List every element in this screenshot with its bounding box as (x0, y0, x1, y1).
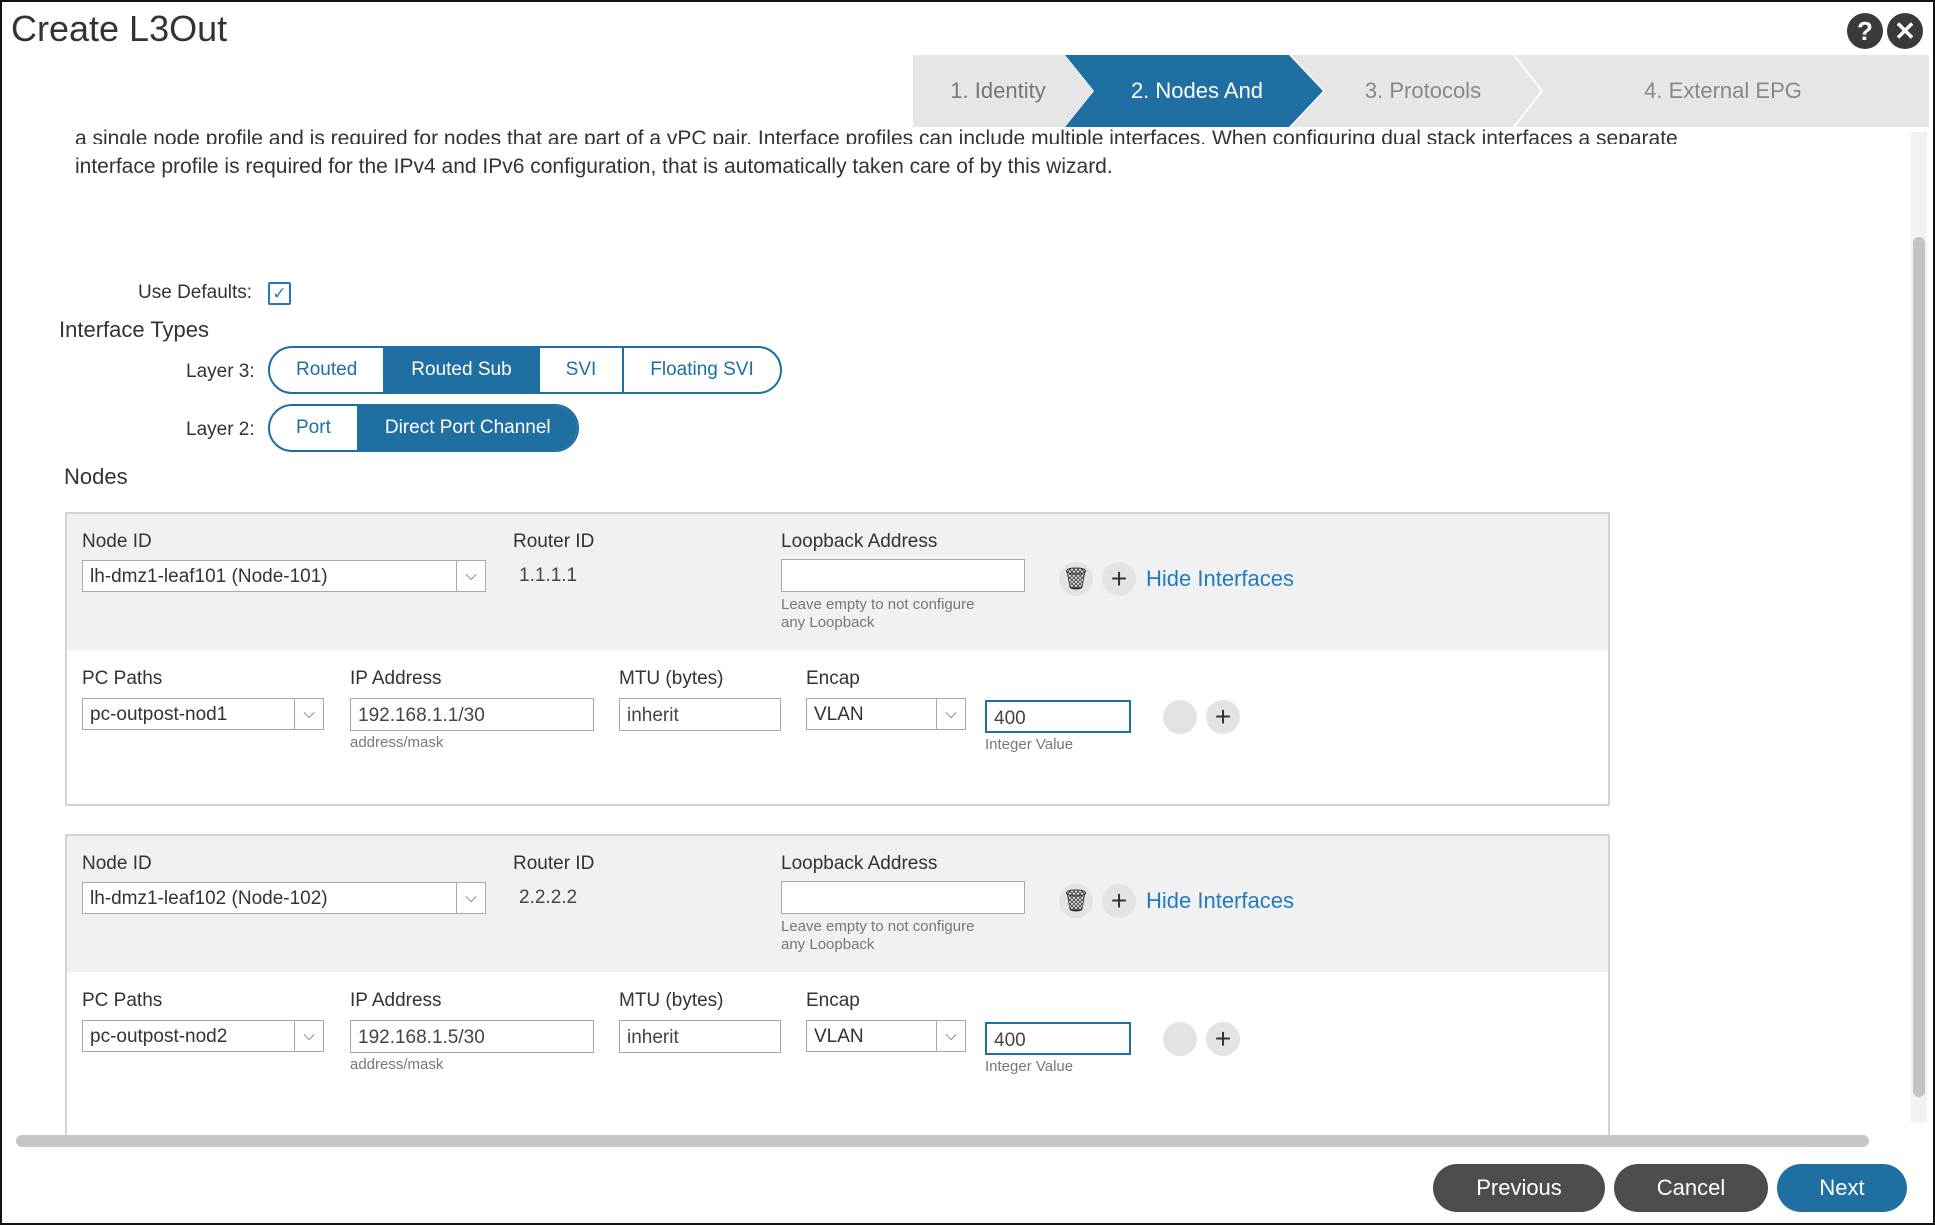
chevron-down-icon: ⌵ (936, 699, 965, 729)
loopback-hint-line-2: any Loopback (781, 936, 875, 953)
description-line-2: interface profile is required for the IP… (75, 155, 1113, 178)
plus-icon[interactable]: + (1206, 700, 1240, 734)
node-id-select[interactable]: lh-dmz1-leaf101 (Node-101) ⌵ (82, 560, 486, 592)
wizard-step-identity[interactable]: 1. Identity (923, 55, 1073, 127)
router-id-label: Router ID (513, 531, 595, 552)
node-id-select[interactable]: lh-dmz1-leaf102 (Node-102) ⌵ (82, 882, 486, 914)
layer2-segmented-control: Port Direct Port Channel (268, 404, 579, 452)
chevron-down-icon: ⌵ (294, 699, 323, 729)
chevron-down-icon: ⌵ (294, 1021, 323, 1051)
encap-value-hint: Integer Value (985, 736, 1074, 753)
node-id-value: lh-dmz1-leaf102 (Node-102) (90, 888, 328, 909)
wizard-step-external-epg[interactable]: 4. External EPG (1553, 55, 1893, 127)
nodes-title: Nodes (64, 464, 128, 489)
hide-interfaces-link[interactable]: Hide Interfaces (1146, 566, 1294, 592)
description-line-1: a single node profile and is required fo… (75, 127, 1678, 144)
trash-icon[interactable]: 🗑 (1059, 562, 1093, 596)
node-card: Node ID lh-dmz1-leaf101 (Node-101) ⌵ Rou… (65, 512, 1610, 806)
layer2-option-direct-port-channel[interactable]: Direct Port Channel (358, 406, 577, 450)
plus-icon[interactable]: + (1206, 1022, 1240, 1056)
layer2-option-port[interactable]: Port (270, 406, 359, 450)
router-id-label: Router ID (513, 853, 595, 874)
loopback-input[interactable] (781, 881, 1025, 914)
layer3-option-floating-svi[interactable]: Floating SVI (624, 348, 780, 392)
help-icon[interactable]: ? (1847, 13, 1883, 49)
ip-address-hint: address/mask (350, 1056, 444, 1073)
pc-paths-label: PC Paths (82, 668, 163, 689)
interface-types-title: Interface Types (59, 317, 210, 342)
loopback-hint-line-1: Leave empty to not configure (781, 918, 975, 935)
plus-icon[interactable]: + (1102, 562, 1136, 596)
layer3-segmented-control: Routed Routed Sub SVI Floating SVI (268, 346, 782, 394)
vertical-scrollbar-thumb[interactable] (1913, 237, 1925, 1097)
chevron-down-icon: ⌵ (456, 561, 485, 591)
ip-address-label: IP Address (350, 990, 442, 1011)
encap-label: Encap (806, 990, 860, 1011)
pc-paths-label: PC Paths (82, 990, 163, 1011)
disabled-circle-button[interactable] (1163, 700, 1197, 734)
node-id-label: Node ID (82, 853, 152, 874)
encap-value-hint: Integer Value (985, 1058, 1074, 1075)
hide-interfaces-link[interactable]: Hide Interfaces (1146, 888, 1294, 914)
disabled-circle-button[interactable] (1163, 1022, 1197, 1056)
mtu-label: MTU (bytes) (619, 990, 724, 1011)
node-card: Node ID lh-dmz1-leaf102 (Node-102) ⌵ Rou… (65, 834, 1610, 1136)
loopback-label: Loopback Address (781, 853, 938, 874)
plus-icon[interactable]: + (1102, 884, 1136, 918)
ip-address-input[interactable]: 192.168.1.1/30 (350, 698, 594, 731)
pc-paths-select[interactable]: pc-outpost-nod1 ⌵ (82, 698, 324, 730)
encap-type-value: VLAN (814, 1026, 864, 1047)
layer3-option-routed[interactable]: Routed (270, 348, 386, 392)
layer3-option-svi[interactable]: SVI (540, 348, 625, 392)
pc-paths-value: pc-outpost-nod2 (90, 1026, 228, 1047)
router-id-value: 2.2.2.2 (519, 887, 578, 908)
router-id-value: 1.1.1.1 (519, 565, 578, 586)
layer2-label: Layer 2: (186, 419, 255, 440)
chevron-down-icon: ⌵ (936, 1021, 965, 1051)
encap-label: Encap (806, 668, 860, 689)
next-button[interactable]: Next (1777, 1164, 1907, 1212)
mtu-label: MTU (bytes) (619, 668, 724, 689)
loopback-hint-line-2: any Loopback (781, 614, 875, 631)
loopback-hint: Leave empty to not configure any Loopbac… (781, 596, 974, 632)
pc-paths-select[interactable]: pc-outpost-nod2 ⌵ (82, 1020, 324, 1052)
loopback-hint-line-1: Leave empty to not configure (781, 596, 975, 613)
encap-value-input[interactable]: 400 (985, 1022, 1131, 1055)
dialog-title: Create L3Out (11, 8, 228, 49)
mtu-input[interactable]: inherit (619, 1020, 781, 1053)
horizontal-scrollbar[interactable] (16, 1135, 1869, 1147)
wizard-step-nodes-and-interfaces[interactable]: 2. Nodes And Interfaces (1095, 55, 1299, 175)
create-l3out-dialog: Create L3Out ? ✕ 1. Identity 2. Nodes An… (0, 0, 1935, 1225)
ip-address-input[interactable]: 192.168.1.5/30 (350, 1020, 594, 1053)
trash-icon[interactable]: 🗑 (1059, 884, 1093, 918)
use-defaults-checkbox[interactable]: ✓ (268, 282, 291, 305)
encap-type-select[interactable]: VLAN ⌵ (806, 1020, 966, 1052)
wizard-steps: 1. Identity 2. Nodes And Interfaces 3. P… (913, 55, 1929, 175)
ip-address-hint: address/mask (350, 734, 444, 751)
chevron-down-icon: ⌵ (456, 883, 485, 913)
node-id-value: lh-dmz1-leaf101 (Node-101) (90, 566, 328, 587)
encap-type-value: VLAN (814, 704, 864, 725)
close-icon[interactable]: ✕ (1887, 13, 1923, 49)
mtu-input[interactable]: inherit (619, 698, 781, 731)
loopback-label: Loopback Address (781, 531, 938, 552)
layer3-option-routed-sub[interactable]: Routed Sub (385, 348, 540, 392)
description-text: a single node profile and is required fo… (75, 127, 1905, 183)
cancel-button[interactable]: Cancel (1614, 1164, 1768, 1212)
layer3-label: Layer 3: (186, 361, 255, 382)
pc-paths-value: pc-outpost-nod1 (90, 704, 228, 725)
ip-address-label: IP Address (350, 668, 442, 689)
node-id-label: Node ID (82, 531, 152, 552)
loopback-hint: Leave empty to not configure any Loopbac… (781, 918, 974, 954)
encap-value-input[interactable]: 400 (985, 700, 1131, 733)
previous-button[interactable]: Previous (1433, 1164, 1605, 1212)
loopback-input[interactable] (781, 559, 1025, 592)
wizard-step-protocols[interactable]: 3. Protocols (1323, 55, 1523, 127)
use-defaults-label: Use Defaults: (138, 282, 253, 303)
encap-type-select[interactable]: VLAN ⌵ (806, 698, 966, 730)
